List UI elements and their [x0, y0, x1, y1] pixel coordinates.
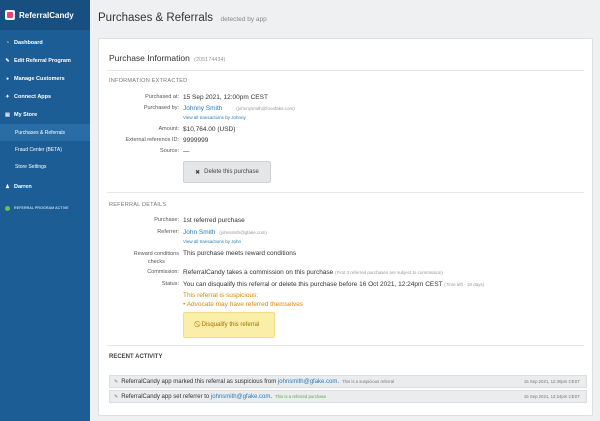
users-icon: ●: [5, 76, 10, 82]
close-icon: ✖: [195, 169, 201, 176]
view-transactions-john-link[interactable]: View all transactions by John: [183, 239, 241, 244]
recent-activity-title: RECENT ACTIVITY: [109, 354, 163, 360]
commission-note: (First 3 referred purchases are subject …: [335, 270, 443, 275]
plug-icon: ✦: [5, 94, 10, 100]
purchase-id: (205174434): [194, 57, 226, 63]
purchase-card: Purchase Information (205174434) INFORMA…: [98, 38, 593, 416]
sidebar-item-manage-customers[interactable]: ● Manage Customers: [0, 70, 90, 88]
referrer-name-link[interactable]: John Smith: [183, 229, 216, 236]
page-subtitle: detected by app: [220, 16, 267, 23]
user-icon: ♟: [5, 184, 10, 190]
page-title: Purchases & Referrals: [98, 12, 214, 24]
activity-email-link[interactable]: johnsmith@gfake.com: [278, 379, 337, 385]
section-label-information: INFORMATION EXTRACTED: [109, 78, 188, 84]
activity-email-link[interactable]: johnsmith@gfake.com: [211, 394, 270, 400]
view-transactions-johnny-link[interactable]: View all transactions by Johnny: [183, 115, 246, 120]
brand-header[interactable]: ReferralCandy: [0, 0, 90, 30]
sidebar-item-my-store[interactable]: ▤ My Store: [0, 106, 90, 124]
delete-purchase-button[interactable]: ✖ Delete this purchase: [183, 161, 271, 183]
brand-name: ReferralCandy: [19, 10, 74, 20]
time-left: (Time left - 18 days): [444, 282, 485, 287]
pencil-icon: ✎: [114, 393, 119, 400]
divider: [107, 345, 584, 346]
sidebar-subitem-purchases-referrals[interactable]: Purchases & Referrals: [0, 124, 90, 141]
sidebar-item-edit-referral-program[interactable]: ✎ Edit Referral Program: [0, 52, 90, 70]
sidebar-item-user-darren[interactable]: ♟ Darren: [0, 178, 90, 196]
disqualify-referral-button[interactable]: ⃠ Disqualify this referral: [183, 312, 275, 338]
store-icon: ▤: [5, 112, 10, 118]
card-title: Purchase Information (205174434): [109, 53, 226, 63]
sidebar-subitem-store-settings[interactable]: Store Settings: [0, 158, 90, 175]
referrer-email: (johnsmith@gfake.com): [219, 230, 267, 235]
sidebar-item-dashboard[interactable]: ◔ Dashboard: [0, 34, 90, 52]
sidebar-subitem-fraud-center[interactable]: Fraud Center (BETA): [0, 141, 90, 158]
divider: [107, 70, 584, 71]
activity-item: ✎ ReferralCandy app set referrer to john…: [109, 390, 587, 403]
sidebar-nav: ◔ Dashboard ✎ Edit Referral Program ● Ma…: [0, 34, 90, 217]
purchaser-name-link[interactable]: Johnny Smith: [183, 105, 222, 112]
page-header: Purchases & Referrals detected by app: [98, 8, 267, 26]
activity-item: ✎ ReferralCandy app marked this referral…: [109, 375, 587, 388]
dashboard-icon: ◔: [5, 40, 10, 46]
purchaser-email: (johnnysmith@fooofake.com): [236, 106, 295, 111]
pencil-icon: ✎: [114, 378, 119, 385]
referralcandy-logo-icon: [5, 10, 15, 20]
program-status: REFERRAL PROGRAM ACTIVE: [0, 199, 90, 217]
status-dot-icon: [5, 205, 10, 211]
edit-icon: ✎: [5, 58, 10, 64]
divider: [107, 192, 584, 193]
sidebar-item-connect-apps[interactable]: ✦ Connect Apps: [0, 88, 90, 106]
section-label-referral: REFERRAL DETAILS: [109, 202, 167, 208]
sidebar: ReferralCandy ◔ Dashboard ✎ Edit Referra…: [0, 0, 90, 421]
